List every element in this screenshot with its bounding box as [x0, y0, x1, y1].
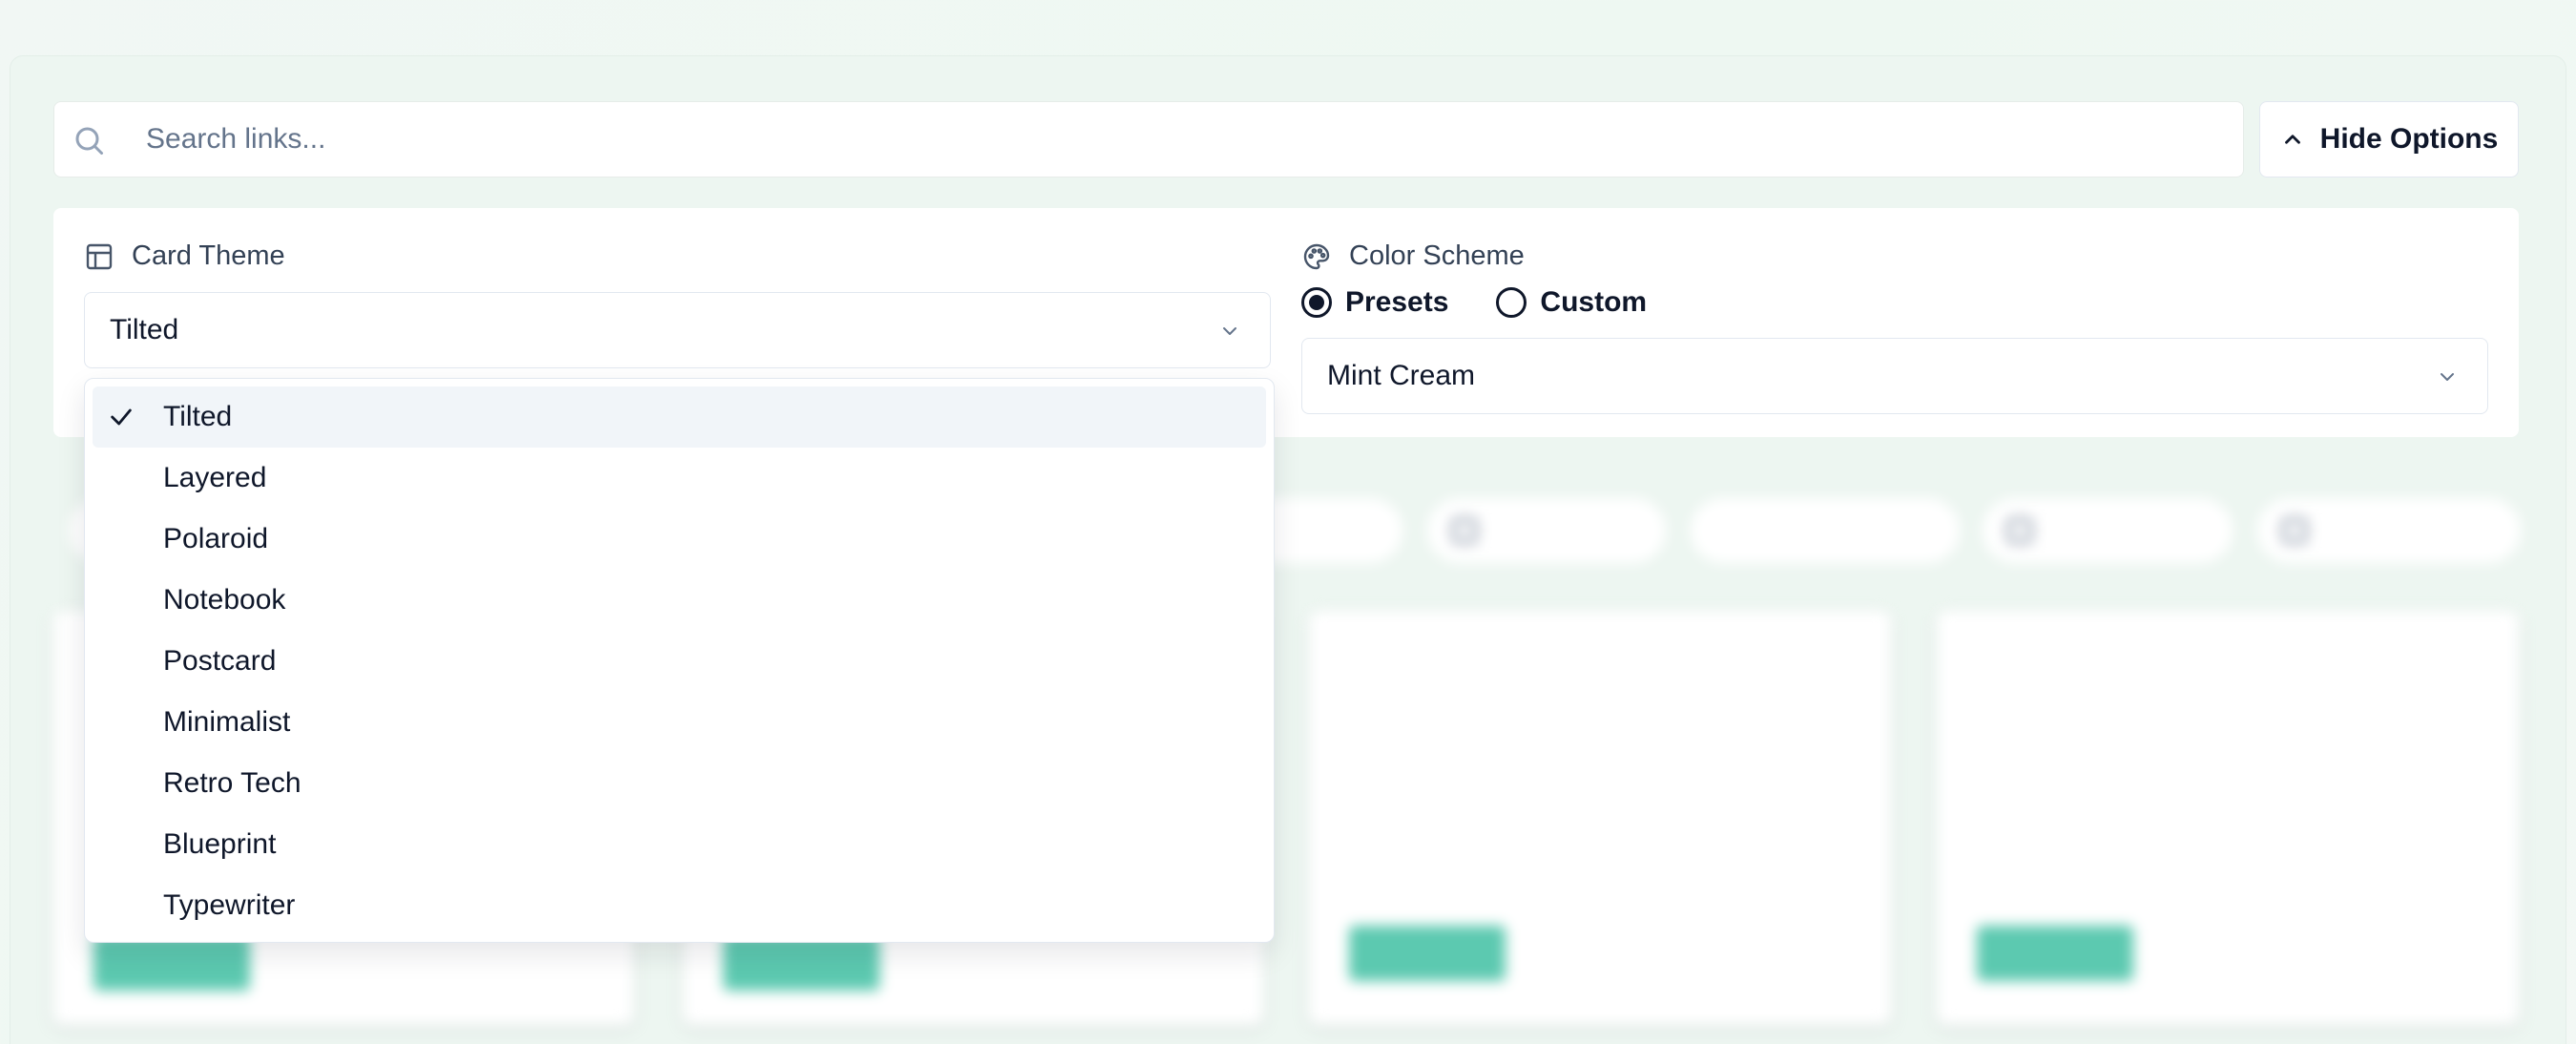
color-scheme-label: Color Scheme	[1301, 240, 1525, 272]
chevron-up-icon	[2284, 135, 2300, 144]
chevron-down-icon	[2441, 373, 2454, 381]
menu-item-minimalist[interactable]: Minimalist	[93, 692, 1266, 753]
menu-item-blueprint[interactable]: Blueprint	[93, 814, 1266, 875]
chevron-down-icon	[1223, 327, 1236, 335]
color-scheme-mode: Presets Custom	[1301, 286, 1647, 319]
category-chip	[1427, 498, 1666, 563]
hide-options-button[interactable]: Hide Options	[2259, 101, 2519, 177]
category-chip	[1983, 498, 2233, 563]
layout-icon	[86, 243, 113, 269]
custom-radio[interactable]: Custom	[1496, 286, 1647, 319]
menu-item-postcard[interactable]: Postcard	[93, 631, 1266, 692]
menu-item-layered[interactable]: Layered	[93, 448, 1266, 509]
card-theme-dropdown-menu: Tilted Layered Polaroid Notebook Postcar…	[84, 378, 1275, 943]
menu-item-retro-tech[interactable]: Retro Tech	[93, 753, 1266, 814]
search-bar	[53, 101, 2244, 177]
link-card	[1937, 611, 2519, 1025]
presets-radio[interactable]: Presets	[1301, 286, 1448, 319]
menu-item-notebook[interactable]: Notebook	[93, 570, 1266, 631]
color-preset-selected-value: Mint Cream	[1327, 360, 1476, 391]
menu-item-tilted[interactable]: Tilted	[93, 386, 1266, 448]
radio-selected-indicator	[1301, 287, 1332, 318]
hide-options-label: Hide Options	[2319, 123, 2499, 155]
menu-item-polaroid[interactable]: Polaroid	[93, 509, 1266, 570]
search-input[interactable]	[146, 102, 2226, 177]
card-theme-selected-value: Tilted	[110, 314, 179, 345]
search-icon	[75, 127, 103, 155]
link-card	[1309, 611, 1891, 1025]
menu-item-typewriter[interactable]: Typewriter	[93, 875, 1266, 936]
category-chip	[2257, 498, 2521, 563]
radio-indicator	[1496, 287, 1527, 318]
category-chip	[1691, 498, 1960, 563]
card-theme-label: Card Theme	[84, 240, 285, 272]
card-theme-select[interactable]: Tilted	[84, 292, 1271, 368]
color-preset-select[interactable]: Mint Cream	[1301, 338, 2488, 414]
check-icon	[111, 408, 132, 426]
palette-icon	[1303, 243, 1330, 269]
